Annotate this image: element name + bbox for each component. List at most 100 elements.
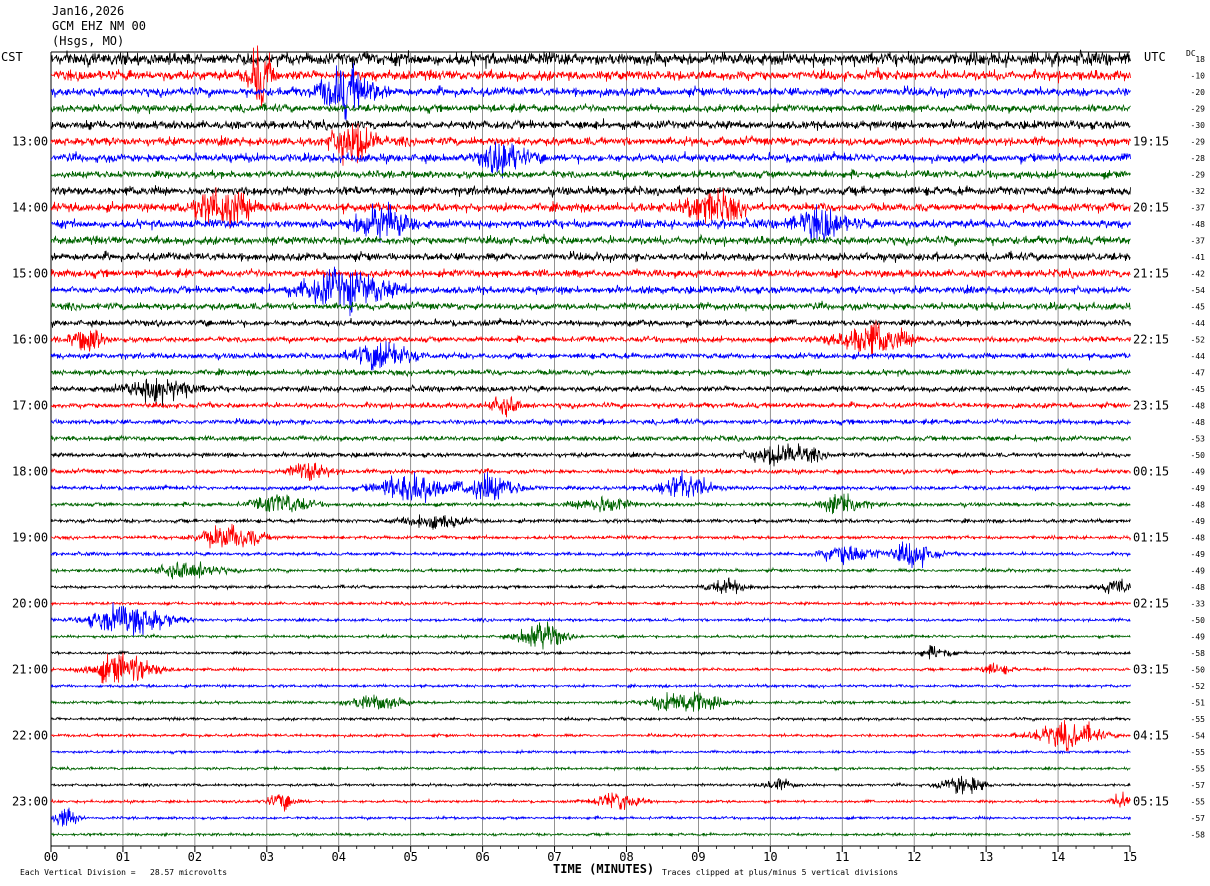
x-tick-label-09: 09 — [691, 850, 705, 864]
trace-31 — [50, 541, 1131, 569]
trace-34 — [50, 600, 1131, 607]
dc-value-34: -33 — [1191, 600, 1206, 609]
dc-value-37: -58 — [1191, 649, 1206, 658]
dc-value-23: -48 — [1191, 418, 1206, 427]
dc-value-48: -58 — [1191, 831, 1206, 840]
dc-value-40: -51 — [1191, 699, 1206, 708]
trace-23 — [50, 417, 1131, 427]
dc-value-12: -37 — [1191, 237, 1206, 246]
dc-value-22: -48 — [1191, 402, 1206, 411]
trace-20 — [50, 367, 1131, 378]
dc-value-26: -49 — [1191, 468, 1206, 477]
trace-24 — [50, 434, 1131, 443]
dc-value-47: -57 — [1191, 814, 1206, 823]
trace-26 — [50, 462, 1131, 481]
left-axis-label: CST — [1, 50, 23, 64]
x-tick-label-04: 04 — [332, 850, 346, 864]
dc-value-35: -50 — [1191, 616, 1206, 625]
dc-label: DC — [1186, 49, 1196, 58]
left-time-label-1500: 15:00 — [12, 267, 48, 281]
dc-value-4: -29 — [1191, 105, 1206, 114]
dc-value-36: -49 — [1191, 633, 1206, 642]
trace-25 — [51, 443, 1131, 467]
right-time-label-2115: 21:15 — [1133, 267, 1169, 281]
trace-44 — [50, 765, 1131, 772]
x-tick-label-13: 13 — [979, 850, 993, 864]
dc-value-6: -29 — [1191, 138, 1206, 147]
dc-value-30: -48 — [1191, 534, 1206, 543]
trace-5 — [50, 118, 1131, 131]
x-tick-label-12: 12 — [907, 850, 921, 864]
trace-8 — [50, 168, 1131, 180]
x-tick-label-01: 01 — [116, 850, 130, 864]
left-time-label-2300: 23:00 — [12, 795, 48, 809]
trace-1 — [50, 49, 1131, 69]
right-time-label-0315: 03:15 — [1133, 663, 1169, 677]
x-tick-label-06: 06 — [475, 850, 489, 864]
trace-19 — [50, 341, 1131, 371]
dc-value-17: -44 — [1191, 319, 1206, 328]
dc-value-42: -54 — [1191, 732, 1206, 741]
trace-43 — [50, 748, 1131, 756]
dc-value-28: -48 — [1191, 501, 1206, 510]
dc-value-44: -55 — [1191, 765, 1206, 774]
dc-value-33: -48 — [1191, 583, 1206, 592]
dc-value-25: -50 — [1191, 451, 1206, 460]
trace-36 — [50, 621, 1131, 650]
trace-32 — [50, 561, 1131, 580]
left-time-label-2000: 20:00 — [12, 597, 48, 611]
x-tick-label-15: 15 — [1123, 850, 1137, 864]
chart-title-station: GCM EHZ NM 00 — [52, 19, 146, 33]
dc-value-3: -20 — [1191, 88, 1206, 97]
trace-21 — [50, 377, 1131, 407]
right-axis-label: UTC — [1144, 50, 1166, 64]
trace-17 — [50, 317, 1131, 328]
clipping-note: Traces clipped at plus/minus 5 vertical … — [662, 868, 899, 877]
right-time-label-0115: 01:15 — [1133, 531, 1169, 545]
trace-41 — [50, 715, 1131, 723]
trace-28 — [50, 493, 1131, 515]
right-time-label-2215: 22:15 — [1133, 333, 1169, 347]
dc-value-2: -10 — [1191, 72, 1206, 81]
left-time-label-1600: 16:00 — [12, 333, 48, 347]
dc-value-11: -48 — [1191, 220, 1206, 229]
dc-value-19: -44 — [1191, 352, 1206, 361]
left-time-label-2200: 22:00 — [12, 729, 48, 743]
trace-27 — [50, 470, 1131, 504]
dc-value-10: -37 — [1191, 204, 1206, 213]
right-time-label-0015: 00:15 — [1133, 465, 1169, 479]
x-tick-label-00: 00 — [44, 850, 58, 864]
dc-value-5: -30 — [1191, 121, 1206, 130]
trace-38 — [51, 652, 1131, 684]
trace-33 — [50, 577, 1131, 595]
trace-42 — [50, 719, 1131, 752]
dc-value-39: -52 — [1191, 682, 1206, 691]
right-time-label-0215: 02:15 — [1133, 597, 1169, 611]
trace-46 — [50, 791, 1131, 812]
trace-13 — [50, 250, 1131, 263]
trace-16 — [50, 300, 1131, 312]
dc-value-15: -54 — [1191, 286, 1206, 295]
dc-value-46: -55 — [1191, 798, 1206, 807]
dc-value-18: -52 — [1191, 336, 1206, 345]
left-time-label-2100: 21:00 — [12, 663, 48, 677]
dc-value-31: -49 — [1191, 550, 1206, 559]
dc-value-38: -50 — [1191, 666, 1206, 675]
x-tick-label-05: 05 — [403, 850, 417, 864]
trace-40 — [50, 691, 1131, 712]
dc-value-14: -42 — [1191, 270, 1206, 279]
dc-value-24: -53 — [1191, 435, 1206, 444]
right-time-label-2315: 23:15 — [1133, 399, 1169, 413]
dc-value-27: -49 — [1191, 484, 1206, 493]
dc-value-16: -45 — [1191, 303, 1206, 312]
right-time-label-0515: 05:15 — [1133, 795, 1169, 809]
x-tick-label-02: 02 — [188, 850, 202, 864]
x-tick-label-10: 10 — [763, 850, 777, 864]
trace-39 — [50, 682, 1131, 690]
x-tick-label-11: 11 — [835, 850, 849, 864]
dc-value-41: -55 — [1191, 715, 1206, 724]
dc-value-43: -55 — [1191, 748, 1206, 757]
trace-47 — [50, 807, 1131, 827]
x-tick-label-03: 03 — [260, 850, 274, 864]
trace-12 — [50, 233, 1131, 247]
